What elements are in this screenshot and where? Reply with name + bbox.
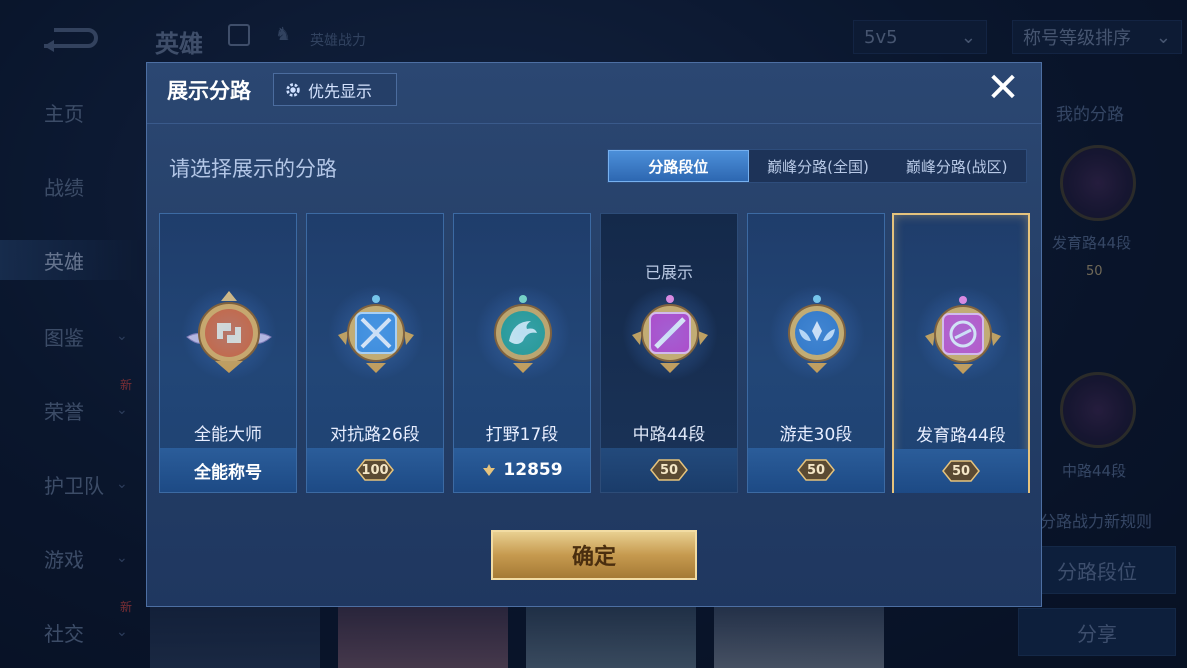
route-display-dialog: 展示分路 优先显示 ✕ 请选择展示的分路 分路段位 巅峰分路(全国) 巅峰分路(… — [146, 62, 1042, 607]
route-card-mid-lane[interactable]: 已展示 中路44段 50 — [600, 213, 738, 493]
level-number: 100 — [361, 462, 389, 478]
divider — [147, 123, 1041, 124]
gear-icon — [286, 82, 300, 97]
title-type-text: 全能称号 — [194, 462, 262, 483]
route-card-footer: 全能称号 — [160, 448, 296, 492]
level-badge: 50 — [792, 457, 840, 483]
route-card-farm-lane[interactable]: 发育路44段 50 — [892, 213, 1030, 493]
route-card-label: 中路44段 — [632, 425, 706, 445]
tab-route-rank[interactable]: 分路段位 — [608, 150, 749, 182]
level-badge: 50 — [645, 457, 693, 483]
route-card-label: 游走30段 — [779, 425, 853, 445]
roam-emblem-icon — [763, 279, 871, 387]
farm-lane-emblem-icon — [909, 280, 1017, 388]
all-round-master-emblem-icon — [175, 279, 283, 387]
level-badge: 100 — [351, 457, 399, 483]
instruction-text: 请选择展示的分路 — [169, 157, 337, 181]
clash-lane-emblem-icon — [322, 279, 430, 387]
route-card-footer: 50 — [894, 449, 1028, 493]
route-card-footer: 50 — [601, 448, 737, 492]
route-card-label: 全能大师 — [194, 425, 262, 445]
route-card-roam[interactable]: 游走30段 50 — [747, 213, 885, 493]
level-number: 50 — [806, 462, 826, 478]
priority-display-label: 优先显示 — [308, 81, 373, 101]
combat-power-value: 12859 — [503, 460, 563, 480]
level-number: 50 — [951, 463, 971, 479]
priority-display-button[interactable]: 优先显示 — [273, 73, 397, 106]
route-card-jungle[interactable]: 打野17段 12859 — [453, 213, 591, 493]
route-tabs: 分路段位 巅峰分路(全国) 巅峰分路(战区) — [607, 149, 1027, 183]
jungle-emblem-icon — [469, 279, 577, 387]
confirm-button[interactable]: 确定 — [491, 530, 697, 580]
level-badge: 50 — [937, 458, 985, 484]
route-card-footer: 12859 — [454, 448, 590, 492]
route-card-footer: 100 — [307, 448, 443, 492]
route-card-clash-lane[interactable]: 对抗路26段 100 — [306, 213, 444, 493]
tab-peak-region[interactable]: 巅峰分路(战区) — [887, 150, 1026, 182]
route-card-label: 对抗路26段 — [330, 425, 420, 445]
route-card-label: 打野17段 — [485, 425, 559, 445]
dialog-title: 展示分路 — [167, 79, 251, 103]
combat-power-icon — [483, 464, 496, 476]
level-number: 50 — [659, 462, 679, 478]
mid-lane-emblem-icon — [616, 279, 724, 387]
tab-peak-national[interactable]: 巅峰分路(全国) — [749, 150, 888, 182]
route-card-all-round[interactable]: 全能大师 全能称号 — [159, 213, 297, 493]
close-icon[interactable]: ✕ — [985, 68, 1021, 108]
route-card-label: 发育路44段 — [916, 426, 1006, 446]
route-card-footer: 50 — [748, 448, 884, 492]
